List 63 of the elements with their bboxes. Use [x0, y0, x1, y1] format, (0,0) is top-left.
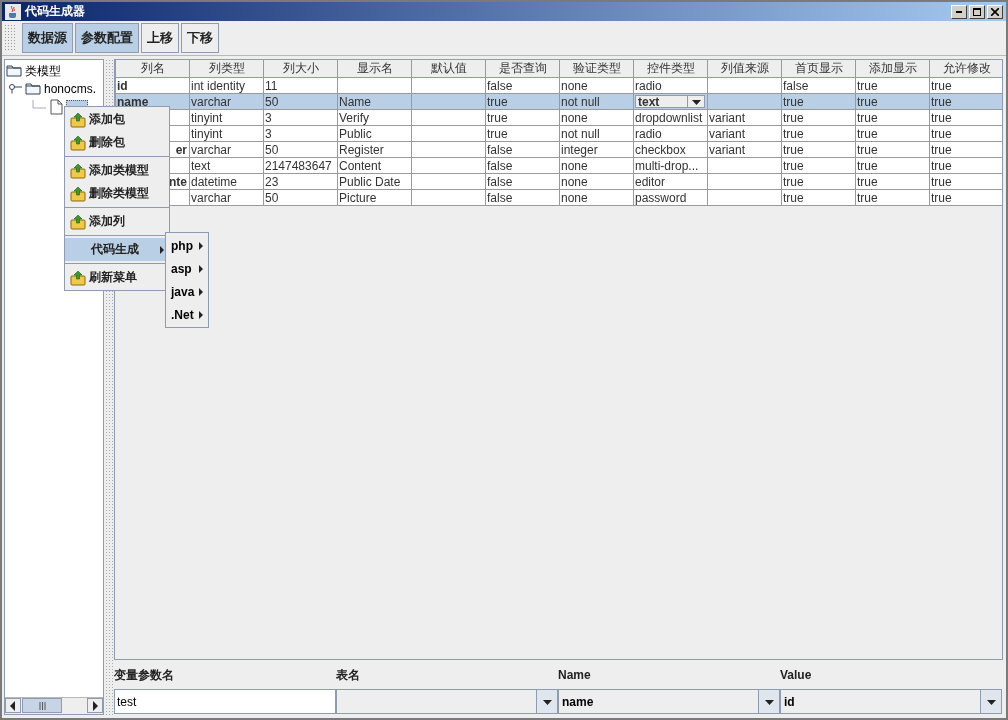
column-header[interactable]: 是否查询 — [485, 60, 560, 78]
column-header[interactable]: 首页显示 — [781, 60, 856, 78]
window-title: 代码生成器 — [25, 3, 85, 20]
minimize-icon — [956, 10, 962, 13]
toolbar-button[interactable]: 上移 — [141, 23, 179, 53]
package-icon — [70, 213, 86, 230]
menu-item[interactable]: 添加类模型 — [65, 159, 169, 182]
submenu-arrow-icon — [198, 263, 204, 274]
cell-dropdown[interactable]: text — [635, 95, 705, 108]
field-label: 变量参数名 — [114, 666, 175, 684]
column-header[interactable]: 列名 — [115, 60, 190, 78]
submenu-arrow-icon — [198, 309, 204, 320]
scroll-left-button[interactable] — [5, 698, 21, 713]
column-header[interactable]: 默认值 — [411, 60, 486, 78]
tree-node[interactable]: 类模型 — [25, 62, 61, 80]
minimize-button[interactable] — [951, 4, 967, 19]
toolbar-button[interactable]: 参数配置 — [75, 23, 139, 53]
text-field[interactable]: test — [114, 689, 336, 714]
maximize-icon — [973, 7, 981, 16]
file-icon — [49, 99, 63, 115]
scroll-right-button[interactable] — [87, 698, 103, 713]
submenu-arrow-icon — [198, 240, 204, 251]
submenu-arrow-icon — [159, 244, 165, 255]
column-header[interactable]: 控件类型 — [633, 60, 708, 78]
column-header[interactable]: 添加显示 — [855, 60, 930, 78]
field-label: Value — [780, 668, 813, 682]
toolbar-button[interactable]: 下移 — [181, 23, 219, 53]
package-icon — [70, 162, 86, 179]
menu-item[interactable]: 添加列 — [65, 210, 169, 233]
column-header[interactable]: 列值来源 — [707, 60, 782, 78]
close-button[interactable] — [987, 4, 1003, 19]
toolbar-button[interactable]: 数据源 — [22, 23, 73, 53]
field-label: 表名 — [336, 666, 361, 684]
dropdown-field[interactable] — [336, 689, 558, 714]
toolbar-grip[interactable] — [4, 24, 16, 52]
package-icon — [70, 111, 86, 128]
scrollbar-thumb[interactable] — [22, 698, 62, 713]
menu-item[interactable]: 添加包 — [65, 108, 169, 131]
menu-item[interactable]: 刷新菜单 — [65, 266, 169, 289]
tree-node[interactable]: honocms. — [44, 82, 97, 96]
menu-item[interactable]: java — [166, 280, 208, 303]
column-header[interactable]: 列类型 — [189, 60, 264, 78]
expanded-handle-icon[interactable] — [8, 84, 22, 94]
grip-icon — [38, 701, 46, 710]
submenu-arrow-icon — [198, 286, 204, 297]
left-arrow-icon — [10, 700, 16, 711]
dropdown-field[interactable]: id — [780, 689, 1002, 714]
column-header[interactable]: 列大小 — [263, 60, 338, 78]
folder-icon — [25, 81, 41, 97]
package-icon — [70, 269, 86, 286]
maximize-button[interactable] — [969, 4, 985, 19]
dropdown-field[interactable]: name — [558, 689, 780, 714]
package-icon — [70, 185, 86, 202]
menu-item[interactable]: php — [166, 234, 208, 257]
menu-item[interactable]: .Net — [166, 303, 208, 326]
field-label: Name — [558, 668, 592, 682]
package-icon — [70, 134, 86, 151]
column-header[interactable]: 显示名 — [337, 60, 412, 78]
column-header[interactable]: 验证类型 — [559, 60, 634, 78]
column-header[interactable]: 允许修改 — [929, 60, 1002, 78]
right-arrow-icon — [92, 700, 98, 711]
close-icon — [991, 7, 999, 16]
menu-item[interactable]: asp — [166, 257, 208, 280]
